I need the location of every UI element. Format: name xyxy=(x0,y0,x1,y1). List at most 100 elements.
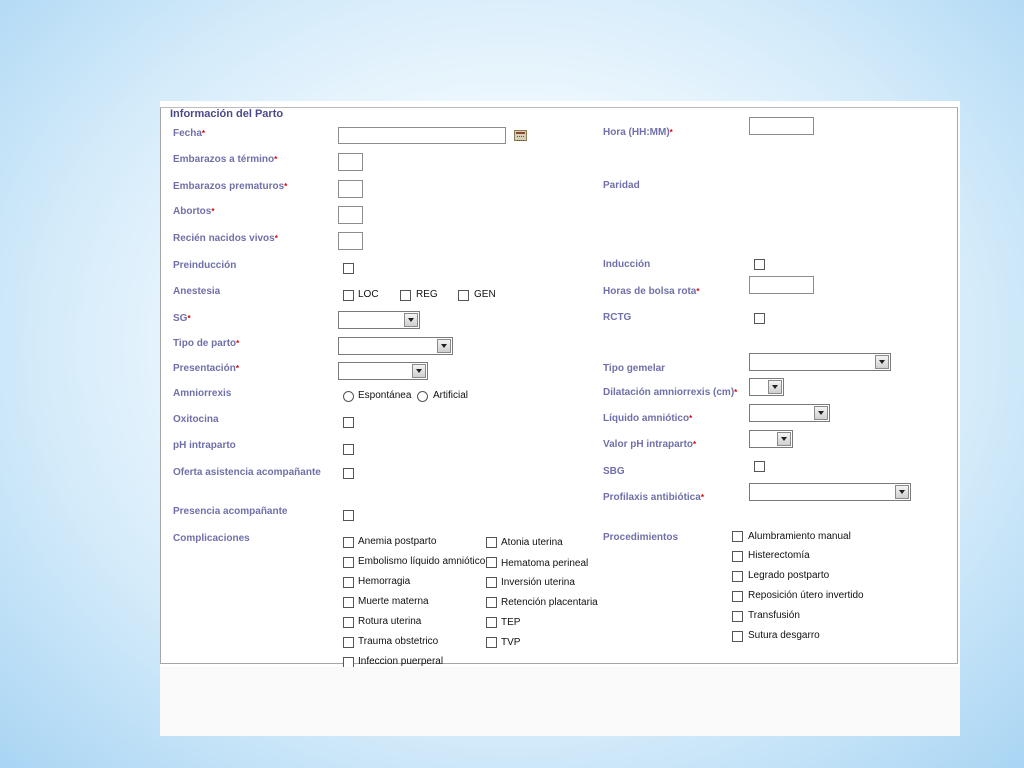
presentacion-select[interactable] xyxy=(338,362,428,380)
procedimiento-label: Histerectomía xyxy=(748,550,810,561)
label-presentacion: Presentación* xyxy=(173,363,239,374)
tipo-gemelar-select[interactable] xyxy=(749,353,891,371)
fecha-input[interactable] xyxy=(338,127,506,144)
liquido-amniotico-select[interactable] xyxy=(749,404,830,422)
recien-nacidos-vivos-input[interactable] xyxy=(338,232,363,250)
ph-intraparto-checkbox[interactable] xyxy=(343,444,354,455)
complicacion-label: TEP xyxy=(501,617,521,628)
complicacion-checkbox[interactable] xyxy=(343,617,354,628)
label-dilatacion-amniorrexis: Dilatación amniorrexis (cm)* xyxy=(603,387,738,398)
complicacion-checkbox[interactable] xyxy=(486,537,497,548)
label-recien-nacidos-vivos: Recién nacidos vivos* xyxy=(173,233,278,244)
embarazos-prematuros-input[interactable] xyxy=(338,180,363,198)
label-oxitocina: Oxitocina xyxy=(173,414,219,425)
chevron-down-icon xyxy=(777,432,791,446)
induccion-checkbox[interactable] xyxy=(754,259,765,270)
tipo-parto-select[interactable] xyxy=(338,337,453,355)
complicacion-checkbox[interactable] xyxy=(343,637,354,648)
label-valor-ph-intraparto: Valor pH intraparto* xyxy=(603,439,697,450)
presencia-acompanante-checkbox[interactable] xyxy=(343,510,354,521)
label-preinduccion: Preinducción xyxy=(173,260,237,271)
complicacion-checkbox[interactable] xyxy=(486,557,497,568)
form-footer-area xyxy=(160,667,960,736)
valor-ph-intraparto-select[interactable] xyxy=(749,430,793,448)
label-presencia-acompanante: Presencia acompañante xyxy=(173,506,288,517)
procedimiento-label: Transfusión xyxy=(748,610,800,621)
complicacion-checkbox[interactable] xyxy=(343,597,354,608)
amniorrexis-espontanea-radio[interactable] xyxy=(343,391,354,402)
complicacion-label: Muerte materna xyxy=(358,596,429,607)
label-sbg: SBG xyxy=(603,466,625,477)
label-induccion: Inducción xyxy=(603,259,651,270)
label-tipo-parto: Tipo de parto* xyxy=(173,338,240,349)
complicacion-checkbox[interactable] xyxy=(343,557,354,568)
procedimiento-checkbox[interactable] xyxy=(732,611,743,622)
section-title: Información del Parto xyxy=(167,108,287,120)
procedimiento-checkbox[interactable] xyxy=(732,591,743,602)
label-embarazos-prematuros: Embarazos prematuros* xyxy=(173,181,288,192)
label-embarazos-termino: Embarazos a término* xyxy=(173,154,278,165)
chevron-down-icon xyxy=(768,380,782,394)
sbg-checkbox[interactable] xyxy=(754,461,765,472)
procedimiento-checkbox[interactable] xyxy=(732,571,743,582)
complicacion-checkbox[interactable] xyxy=(486,617,497,628)
complicacion-label: Inversión uterina xyxy=(501,577,575,588)
procedimiento-label: Reposición útero invertido xyxy=(748,590,864,601)
label-amniorrexis: Amniorrexis xyxy=(173,388,232,399)
procedimiento-checkbox[interactable] xyxy=(732,531,743,542)
label-oferta-asistencia: Oferta asistencia acompañante xyxy=(173,467,321,478)
label-ph-intraparto: pH intraparto xyxy=(173,440,236,451)
delivery-info-fieldset: Información del Parto Fecha* Embarazos a… xyxy=(160,107,958,668)
procedimiento-label: Legrado postparto xyxy=(748,570,830,581)
complicacion-checkbox[interactable] xyxy=(343,577,354,588)
anestesia-reg-checkbox[interactable] xyxy=(400,290,411,301)
label-profilaxis-antibiotica: Profilaxis antibiótica* xyxy=(603,492,704,503)
complicacion-label: Retención placentaria xyxy=(501,597,598,608)
anestesia-loc-checkbox[interactable] xyxy=(343,290,354,301)
procedimiento-checkbox[interactable] xyxy=(732,631,743,642)
complicacion-checkbox[interactable] xyxy=(343,537,354,548)
procedimiento-label: Sutura desgarro xyxy=(748,630,820,641)
rctg-checkbox[interactable] xyxy=(754,313,765,324)
complicacion-label: Atonia uterina xyxy=(501,537,563,548)
complicacion-label: Embolismo líquido amniótico xyxy=(358,556,486,567)
amniorrexis-espontanea-label: Espontánea xyxy=(358,390,412,401)
chevron-down-icon xyxy=(895,485,909,499)
calendar-icon[interactable] xyxy=(514,130,527,141)
embarazos-termino-input[interactable] xyxy=(338,153,363,171)
complicacion-label: Hematoma perineal xyxy=(501,558,589,569)
sg-select[interactable] xyxy=(338,311,420,329)
complicacion-label: Anemia postparto xyxy=(358,536,437,547)
amniorrexis-artificial-label: Artificial xyxy=(433,390,469,401)
complicacion-checkbox[interactable] xyxy=(486,637,497,648)
preinduccion-checkbox[interactable] xyxy=(343,263,354,274)
form-panel: Información del Parto Fecha* Embarazos a… xyxy=(160,101,960,736)
chevron-down-icon xyxy=(404,313,418,327)
label-horas-bolsa-rota: Horas de bolsa rota* xyxy=(603,286,700,297)
abortos-input[interactable] xyxy=(338,206,363,224)
procedimiento-label: Alumbramiento manual xyxy=(748,531,851,542)
complicacion-label: Trauma obstetrico xyxy=(358,636,439,647)
label-rctg: RCTG xyxy=(603,312,632,323)
dilatacion-amniorrexis-select[interactable] xyxy=(749,378,784,396)
chevron-down-icon xyxy=(875,355,889,369)
anestesia-gen-label: GEN xyxy=(474,289,496,300)
label-tipo-gemelar: Tipo gemelar xyxy=(603,363,666,374)
complicacion-checkbox[interactable] xyxy=(486,597,497,608)
label-sg: SG* xyxy=(173,313,191,324)
complicacion-checkbox[interactable] xyxy=(486,577,497,588)
oferta-asistencia-checkbox[interactable] xyxy=(343,468,354,479)
hora-input[interactable] xyxy=(749,117,814,135)
procedimiento-checkbox[interactable] xyxy=(732,551,743,562)
oxitocina-checkbox[interactable] xyxy=(343,417,354,428)
horas-bolsa-rota-input[interactable] xyxy=(749,276,814,294)
chevron-down-icon xyxy=(814,406,828,420)
label-liquido-amniotico: Líquido amniótico* xyxy=(603,413,693,424)
label-procedimientos: Procedimientos xyxy=(603,532,679,543)
anestesia-gen-checkbox[interactable] xyxy=(458,290,469,301)
amniorrexis-artificial-radio[interactable] xyxy=(417,391,428,402)
anestesia-loc-label: LOC xyxy=(358,289,379,300)
label-anestesia: Anestesia xyxy=(173,286,221,297)
complicacion-label: TVP xyxy=(501,637,521,648)
profilaxis-antibiotica-select[interactable] xyxy=(749,483,911,501)
